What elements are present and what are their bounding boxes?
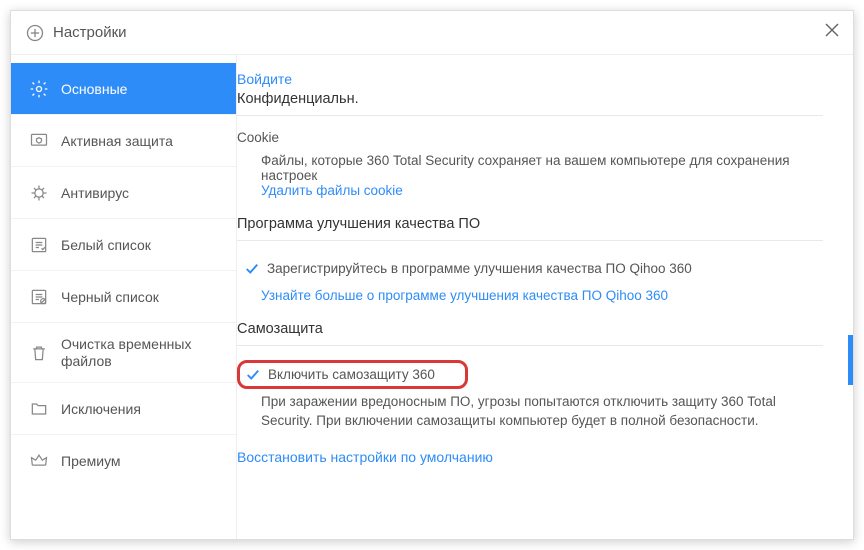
folder-icon <box>29 399 49 419</box>
scrollbar-thumb[interactable] <box>848 335 853 385</box>
list-block-icon <box>29 287 49 307</box>
login-link[interactable]: Войдите <box>237 71 823 87</box>
program-checkbox-row[interactable]: Зарегистрируйтесь в программе улучшения … <box>237 255 823 282</box>
sidebar-item-whitelist[interactable]: Белый список <box>11 219 236 271</box>
checkbox-checked-icon[interactable] <box>246 368 260 382</box>
cookie-subtitle: Cookie <box>237 130 823 145</box>
settings-window: Настройки Основные Активная защита Антив… <box>10 10 854 540</box>
sidebar-item-antivirus[interactable]: Антивирус <box>11 167 236 219</box>
program-checkbox-label: Зарегистрируйтесь в программе улучшения … <box>267 261 692 276</box>
sidebar-item-general[interactable]: Основные <box>11 63 236 115</box>
privacy-title: Конфиденциальн. <box>237 91 823 107</box>
virus-icon <box>29 183 49 203</box>
checkbox-checked-icon[interactable] <box>245 262 259 276</box>
sidebar-item-label: Антивирус <box>61 185 129 201</box>
divider <box>237 240 823 241</box>
sidebar-item-label: Премиум <box>61 453 121 469</box>
close-button[interactable] <box>825 23 839 42</box>
cookie-description: Файлы, которые 360 Total Security сохран… <box>261 153 823 183</box>
sidebar-item-active-protection[interactable]: Активная защита <box>11 115 236 167</box>
list-check-icon <box>29 235 49 255</box>
selfprotect-description: При заражении вредоносным ПО, угрозы поп… <box>237 393 823 431</box>
sidebar-item-label: Активная защита <box>61 133 173 149</box>
content-panel: Войдите Конфиденциальн. Cookie Файлы, ко… <box>237 55 853 539</box>
divider <box>237 115 823 116</box>
program-title: Программа улучшения качества ПО <box>237 216 823 232</box>
sidebar-item-label: Белый список <box>61 237 151 253</box>
sidebar-item-label: Черный список <box>61 289 159 305</box>
delete-cookies-link[interactable]: Удалить файлы cookie <box>261 183 823 198</box>
selfprotect-checkbox-row[interactable]: Включить самозащиту 360 <box>246 367 435 382</box>
titlebar: Настройки <box>11 11 853 55</box>
sidebar-item-label: Очистка временных файлов <box>61 336 218 370</box>
shield-monitor-icon <box>29 131 49 151</box>
restore-defaults-link[interactable]: Восстановить настройки по умолчанию <box>237 449 823 465</box>
sidebar: Основные Активная защита Антивирус Белый… <box>11 55 237 539</box>
divider <box>237 345 823 346</box>
window-title: Настройки <box>53 24 127 41</box>
selfprotect-checkbox-label: Включить самозащиту 360 <box>268 367 435 382</box>
sidebar-item-cleanup[interactable]: Очистка временных файлов <box>11 323 236 383</box>
crown-icon <box>29 451 49 471</box>
sidebar-item-premium[interactable]: Премиум <box>11 435 236 487</box>
sidebar-item-label: Исключения <box>61 401 141 417</box>
sidebar-item-exclusions[interactable]: Исключения <box>11 383 236 435</box>
program-learn-more-link[interactable]: Узнайте больше о программе улучшения кач… <box>261 288 823 303</box>
sidebar-item-blacklist[interactable]: Черный список <box>11 271 236 323</box>
app-icon <box>25 23 45 43</box>
sidebar-item-label: Основные <box>61 81 127 97</box>
selfprotect-title: Самозащита <box>237 321 823 337</box>
highlight-callout: Включить самозащиту 360 <box>237 360 468 389</box>
gear-icon <box>29 79 49 99</box>
trash-icon <box>29 343 49 363</box>
